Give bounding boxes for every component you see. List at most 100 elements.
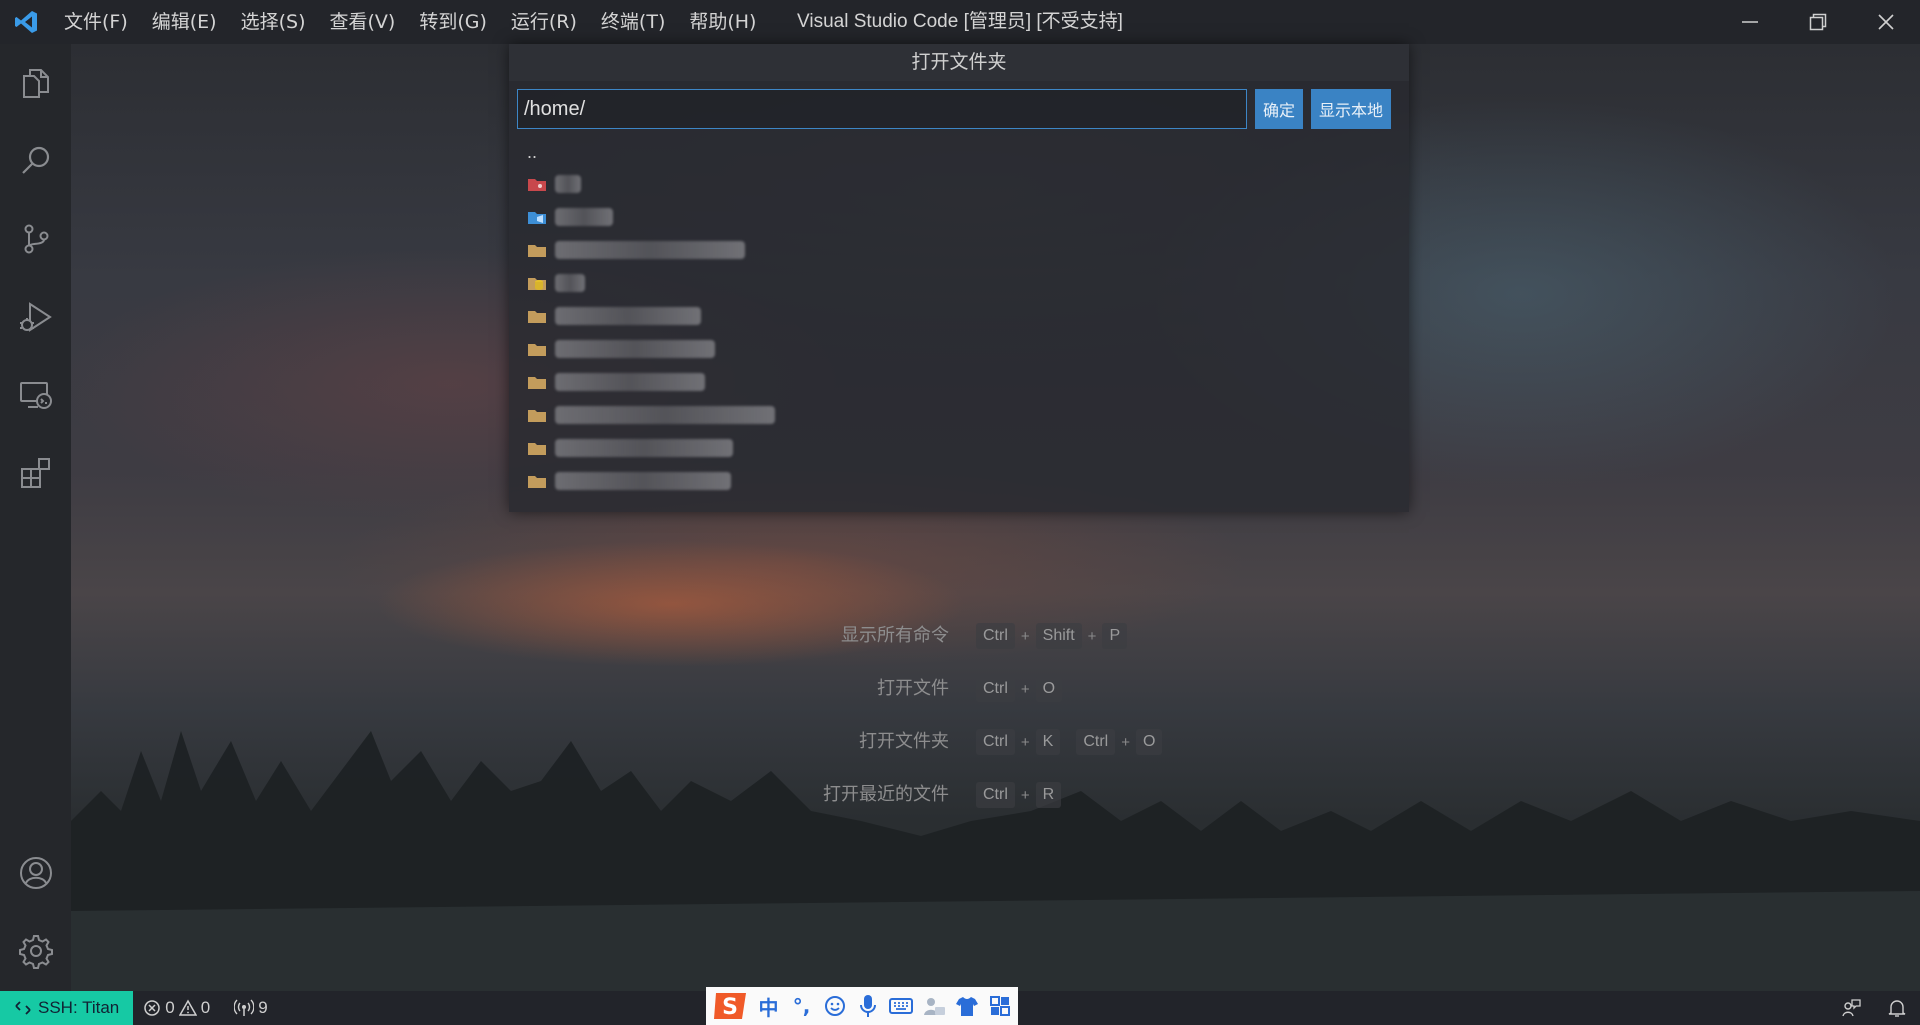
- menu-go[interactable]: 转到(G): [407, 0, 499, 44]
- ime-chinese-mode[interactable]: 中: [752, 987, 785, 1025]
- vscode-logo-icon[interactable]: [0, 0, 52, 44]
- remote-explorer-icon[interactable]: [0, 356, 71, 434]
- key: Shift: [1035, 623, 1082, 649]
- minimize-icon[interactable]: [1716, 0, 1784, 44]
- restore-icon[interactable]: [1784, 0, 1852, 44]
- list-item-label: [555, 339, 715, 358]
- list-item[interactable]: [527, 398, 1409, 431]
- path-input[interactable]: [517, 89, 1247, 129]
- warning-count: 0: [200, 998, 211, 1017]
- remote-label: SSH: Titan: [38, 998, 120, 1017]
- show-local-button[interactable]: 显示本地: [1311, 89, 1392, 129]
- key: P: [1102, 623, 1128, 649]
- remote-icon: [15, 1001, 31, 1015]
- list-item[interactable]: [527, 299, 1409, 332]
- keyboard-icon[interactable]: [884, 987, 917, 1025]
- search-icon[interactable]: [0, 122, 71, 200]
- activity-bar: [0, 44, 71, 991]
- ime-punctuation[interactable]: °,: [785, 987, 818, 1025]
- menu-selection[interactable]: 选择(S): [229, 0, 318, 44]
- menu-help[interactable]: 帮助(H): [677, 0, 768, 44]
- broadcast-icon: [234, 999, 255, 1016]
- shortcut-keys: Ctrl + Shift + P: [976, 620, 1128, 652]
- ok-button[interactable]: 确定: [1255, 89, 1304, 129]
- folder-icon: [528, 376, 546, 389]
- list-item-label: [555, 174, 581, 193]
- parent-directory-item[interactable]: ..: [527, 137, 1409, 167]
- sogou-logo-icon[interactable]: S: [710, 987, 752, 1025]
- list-item-label: [555, 273, 585, 292]
- key: Ctrl: [976, 782, 1015, 808]
- key: Ctrl: [976, 729, 1015, 755]
- shortcut-show-all-commands: 显示所有命令 Ctrl + Shift + P: [71, 620, 1920, 652]
- remote-indicator[interactable]: SSH: Titan: [0, 991, 134, 1025]
- feedback-icon[interactable]: [1828, 991, 1874, 1025]
- source-control-icon[interactable]: [0, 200, 71, 278]
- list-item[interactable]: [527, 464, 1409, 497]
- folder-icon: [528, 310, 546, 323]
- background-landscape: [71, 731, 1920, 991]
- extensions-icon[interactable]: [0, 434, 71, 512]
- window-controls: [1716, 0, 1920, 44]
- folder-list: ..: [509, 137, 1409, 497]
- menu-file[interactable]: 文件(F): [52, 0, 140, 44]
- list-item[interactable]: [527, 332, 1409, 365]
- menu-run[interactable]: 运行(R): [499, 0, 589, 44]
- shortcut-keys: Ctrl + R: [976, 779, 1062, 811]
- list-item[interactable]: [527, 365, 1409, 398]
- dialog-title: 打开文件夹: [509, 44, 1409, 81]
- settings-gear-icon[interactable]: [0, 912, 71, 990]
- error-count: 0: [165, 998, 175, 1017]
- menu-edit[interactable]: 编辑(E): [140, 0, 229, 44]
- close-icon[interactable]: [1852, 0, 1920, 44]
- list-item[interactable]: [527, 200, 1409, 233]
- menu-terminal[interactable]: 终端(T): [589, 0, 677, 44]
- menu-bar: 文件(F) 编辑(E) 选择(S) 查看(V) 转到(G) 运行(R) 终端(T…: [52, 0, 768, 44]
- emoji-icon[interactable]: [818, 987, 851, 1025]
- shortcut-open-file: 打开文件 Ctrl + O: [71, 673, 1920, 705]
- key: Ctrl: [1076, 729, 1116, 755]
- warning-icon: [178, 999, 197, 1016]
- run-debug-icon[interactable]: [0, 278, 71, 356]
- status-bar-right: [1828, 991, 1920, 1025]
- notifications-bell-icon[interactable]: [1874, 991, 1920, 1025]
- list-item-label: [555, 240, 745, 259]
- shortcut-keys: Ctrl + O: [976, 673, 1063, 705]
- user-icon[interactable]: [917, 987, 950, 1025]
- shortcut-keys: Ctrl + K Ctrl + O: [976, 726, 1163, 758]
- key: Ctrl: [976, 623, 1015, 649]
- database-folder-icon: [528, 277, 546, 290]
- menu-view[interactable]: 查看(V): [318, 0, 408, 44]
- list-item-label: [555, 372, 705, 391]
- ports-count: 9: [258, 998, 268, 1017]
- vscode-folder-icon: [528, 211, 546, 224]
- problems-indicator[interactable]: 0 0: [133, 991, 224, 1025]
- list-item[interactable]: [527, 167, 1409, 200]
- list-item[interactable]: [527, 266, 1409, 299]
- folder-icon: [528, 244, 546, 257]
- ports-indicator[interactable]: 9: [224, 991, 281, 1025]
- shortcut-open-recent: 打开最近的文件 Ctrl + R: [71, 779, 1920, 811]
- key: O: [1135, 729, 1163, 755]
- shirt-icon[interactable]: [950, 987, 983, 1025]
- ime-toolbar: S 中 °,: [706, 987, 1018, 1025]
- list-item-label: [555, 438, 733, 457]
- shortcut-open-folder: 打开文件夹 Ctrl + K Ctrl + O: [71, 726, 1920, 758]
- git-folder-icon: [528, 178, 546, 191]
- error-icon: [144, 1000, 161, 1016]
- explorer-icon[interactable]: [0, 44, 71, 122]
- list-item[interactable]: [527, 233, 1409, 266]
- key: R: [1035, 782, 1062, 808]
- shortcut-label: 打开文件: [877, 678, 949, 699]
- shortcut-label: 显示所有命令: [841, 625, 949, 646]
- folder-icon: [528, 475, 546, 488]
- microphone-icon[interactable]: [851, 987, 884, 1025]
- account-icon[interactable]: [0, 834, 71, 912]
- grid-icon[interactable]: [983, 987, 1016, 1025]
- list-item-label: [555, 207, 613, 226]
- list-item[interactable]: [527, 431, 1409, 464]
- shortcut-label: 打开最近的文件: [823, 784, 949, 805]
- svg-text:S: S: [722, 995, 738, 1020]
- title-bar: 文件(F) 编辑(E) 选择(S) 查看(V) 转到(G) 运行(R) 终端(T…: [0, 0, 1920, 44]
- path-input-row: 确定 显示本地: [509, 81, 1409, 137]
